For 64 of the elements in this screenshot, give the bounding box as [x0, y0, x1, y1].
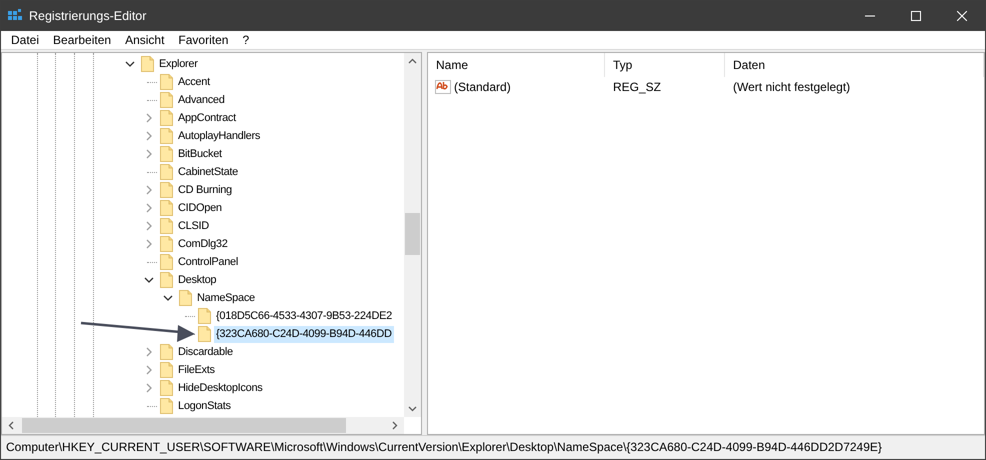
tree-item[interactable]: Advanced [176, 92, 227, 108]
column-header[interactable]: Daten [725, 53, 984, 77]
menu-item[interactable]: Ansicht [118, 31, 172, 49]
tree-item[interactable]: AppContract [176, 110, 238, 126]
scrollbar-thumb[interactable] [405, 213, 420, 255]
tree-item[interactable]: AutoplayHandlers [176, 128, 262, 144]
string-value-icon [435, 79, 451, 95]
folder-icon [160, 344, 173, 360]
folder-icon [160, 380, 173, 396]
value-data: (Wert nicht festgelegt) [732, 79, 850, 96]
folder-icon [160, 272, 173, 288]
scrollbar-thumb[interactable] [22, 418, 346, 433]
tree-item[interactable]: Explorer [157, 56, 200, 72]
folder-icon [160, 398, 173, 414]
folder-icon [160, 146, 173, 162]
menu-item[interactable]: Datei [4, 31, 46, 49]
menu-item[interactable]: Favoriten [171, 31, 236, 49]
folder-icon [179, 290, 192, 306]
tree-item[interactable]: ComDlg32 [176, 236, 230, 252]
tree-item[interactable]: CLSID [176, 218, 211, 234]
value-name[interactable]: (Standard) [454, 78, 511, 96]
horizontal-scrollbar[interactable] [2, 417, 404, 434]
vertical-scrollbar[interactable] [404, 53, 421, 417]
folder-icon [198, 308, 211, 324]
tree-item[interactable]: BitBucket [176, 146, 224, 162]
folder-icon [160, 182, 173, 198]
tree-item[interactable]: Desktop [176, 272, 218, 288]
value-type: REG_SZ [612, 79, 662, 96]
scroll-down-icon[interactable] [408, 406, 417, 412]
folder-icon [160, 362, 173, 378]
menu-item[interactable]: ? [235, 31, 256, 49]
tree-item[interactable]: CIDOpen [176, 200, 224, 216]
tree-item[interactable]: NameSpace [195, 290, 257, 306]
scroll-left-icon[interactable] [8, 421, 14, 430]
tree-item[interactable]: HideDesktopIcons [176, 380, 264, 396]
tree-item[interactable]: {018D5C66-4533-4307-9B53-224DE2 [214, 308, 394, 324]
folder-icon [160, 218, 173, 234]
folder-icon [198, 326, 211, 342]
tree-item[interactable]: CabinetState [176, 164, 240, 180]
tree-item[interactable]: LogonStats [176, 398, 233, 414]
menu-item[interactable]: Bearbeiten [46, 31, 118, 49]
folder-icon [160, 254, 173, 270]
window-title: Registrierungs-Editor [29, 8, 146, 25]
scroll-up-icon[interactable] [408, 58, 417, 64]
tree-item[interactable]: CD Burning [176, 182, 234, 198]
folder-icon [160, 164, 173, 180]
tree-item[interactable]: ControlPanel [176, 254, 240, 270]
folder-icon [160, 92, 173, 108]
column-header[interactable]: Name [428, 53, 605, 77]
folder-icon [160, 236, 173, 252]
column-header[interactable]: Typ [605, 53, 725, 77]
close-icon [957, 11, 967, 21]
folder-icon [141, 56, 154, 72]
folder-icon [160, 200, 173, 216]
tree-item[interactable]: Accent [176, 74, 212, 90]
scroll-right-icon[interactable] [392, 421, 398, 430]
tree-item[interactable]: FileExts [176, 362, 217, 378]
folder-icon [160, 74, 173, 90]
status-bar: Computer\HKEY_CURRENT_USER\SOFTWARE\Microsoft\Windows\CurrentVersion\Explorer\Desktop\NameSpace\{323CA680-C24D-4099-B94D-446DD2D7249E} [1, 435, 985, 459]
folder-icon [160, 128, 173, 144]
folder-icon [160, 110, 173, 126]
tree-item[interactable]: Discardable [176, 344, 235, 360]
tree-item[interactable]: {323CA680-C24D-4099-B94D-446DD [214, 326, 394, 342]
maximize-icon [911, 11, 921, 21]
